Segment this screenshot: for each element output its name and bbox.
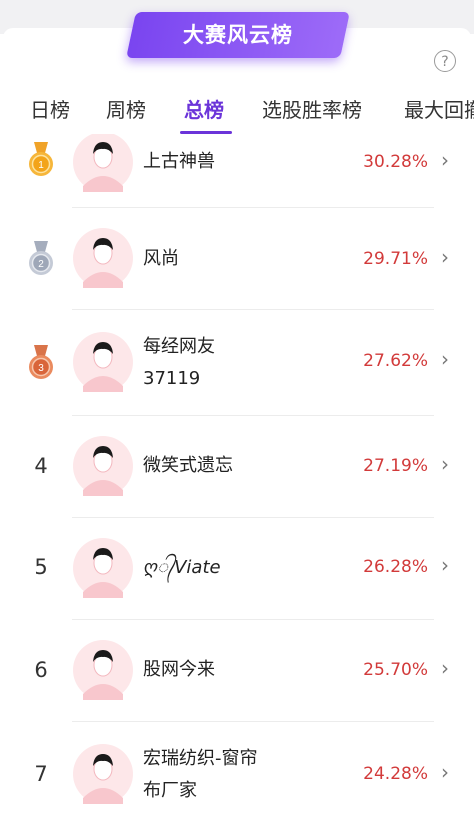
ranking-row[interactable]: 6 股网今来 25.70% ›: [0, 620, 474, 722]
help-icon[interactable]: ?: [434, 50, 456, 72]
return-percentage: 27.62%: [363, 351, 428, 371]
ranking-tabs: 日榜 周榜 总榜 选股胜率榜 最大回撤: [0, 88, 474, 134]
silver-medal-icon: 2: [29, 241, 53, 275]
return-percentage: 27.19%: [363, 456, 428, 476]
avatar: [73, 332, 133, 392]
username-line-2: 布厂家: [143, 780, 197, 801]
username: 宏瑞纺织-窗帘: [143, 748, 258, 769]
ranking-row[interactable]: 5 ღ᭄Viate 26.28% ›: [0, 518, 474, 620]
svg-text:2: 2: [38, 259, 44, 270]
tab-win-rate[interactable]: 选股胜率榜: [262, 94, 362, 123]
chevron-right-icon: ›: [441, 553, 449, 577]
svg-text:1: 1: [38, 160, 44, 171]
username-line-2: 37119: [143, 368, 201, 389]
svg-text:3: 3: [38, 363, 44, 374]
avatar: [73, 228, 133, 288]
bronze-medal-icon: 3: [29, 345, 53, 379]
ranking-row[interactable]: 1 上古神兽 30.28% ›: [0, 134, 474, 208]
chevron-right-icon: ›: [441, 148, 449, 172]
username: 上古神兽: [143, 151, 215, 172]
return-percentage: 30.28%: [363, 152, 428, 172]
tab-max-drawdown[interactable]: 最大回撤: [404, 94, 474, 123]
avatar: [73, 744, 133, 804]
ranking-row[interactable]: 2 风尚 29.71% ›: [0, 208, 474, 310]
ranking-row[interactable]: 7 宏瑞纺织-窗帘 布厂家 24.28% ›: [0, 722, 474, 814]
avatar: [73, 436, 133, 496]
chevron-right-icon: ›: [441, 452, 449, 476]
chevron-right-icon: ›: [441, 347, 449, 371]
username: 股网今来: [143, 659, 215, 680]
ranking-row[interactable]: 4 微笑式遗忘 27.19% ›: [0, 416, 474, 518]
return-percentage: 26.28%: [363, 557, 428, 577]
avatar: [73, 134, 133, 192]
chevron-right-icon: ›: [441, 760, 449, 784]
tab-weekly[interactable]: 周榜: [106, 94, 146, 123]
rank-number: 7: [34, 762, 48, 786]
rank-number: 5: [34, 555, 48, 579]
username: 风尚: [143, 248, 179, 269]
tab-daily[interactable]: 日榜: [30, 94, 70, 123]
gold-medal-icon: 1: [29, 142, 53, 176]
page-title: 大赛风云榜: [183, 23, 293, 47]
return-percentage: 25.70%: [363, 660, 428, 680]
rank-number: 6: [34, 658, 48, 682]
username: ღ᭄Viate: [143, 557, 221, 578]
tab-overall[interactable]: 总榜: [184, 94, 224, 123]
username: 微笑式遗忘: [143, 455, 233, 476]
ranking-row[interactable]: 3 每经网友 37119 27.62% ›: [0, 310, 474, 416]
avatar: [73, 640, 133, 700]
return-percentage: 29.71%: [363, 249, 428, 269]
ranking-list: 1 上古神兽 30.28% › 2 风尚 29.71% › 3 每经网友 371…: [0, 134, 474, 814]
avatar: [73, 538, 133, 598]
rank-number: 4: [34, 454, 48, 478]
return-percentage: 24.28%: [363, 764, 428, 784]
chevron-right-icon: ›: [441, 245, 449, 269]
chevron-right-icon: ›: [441, 656, 449, 680]
username: 每经网友: [143, 336, 215, 357]
